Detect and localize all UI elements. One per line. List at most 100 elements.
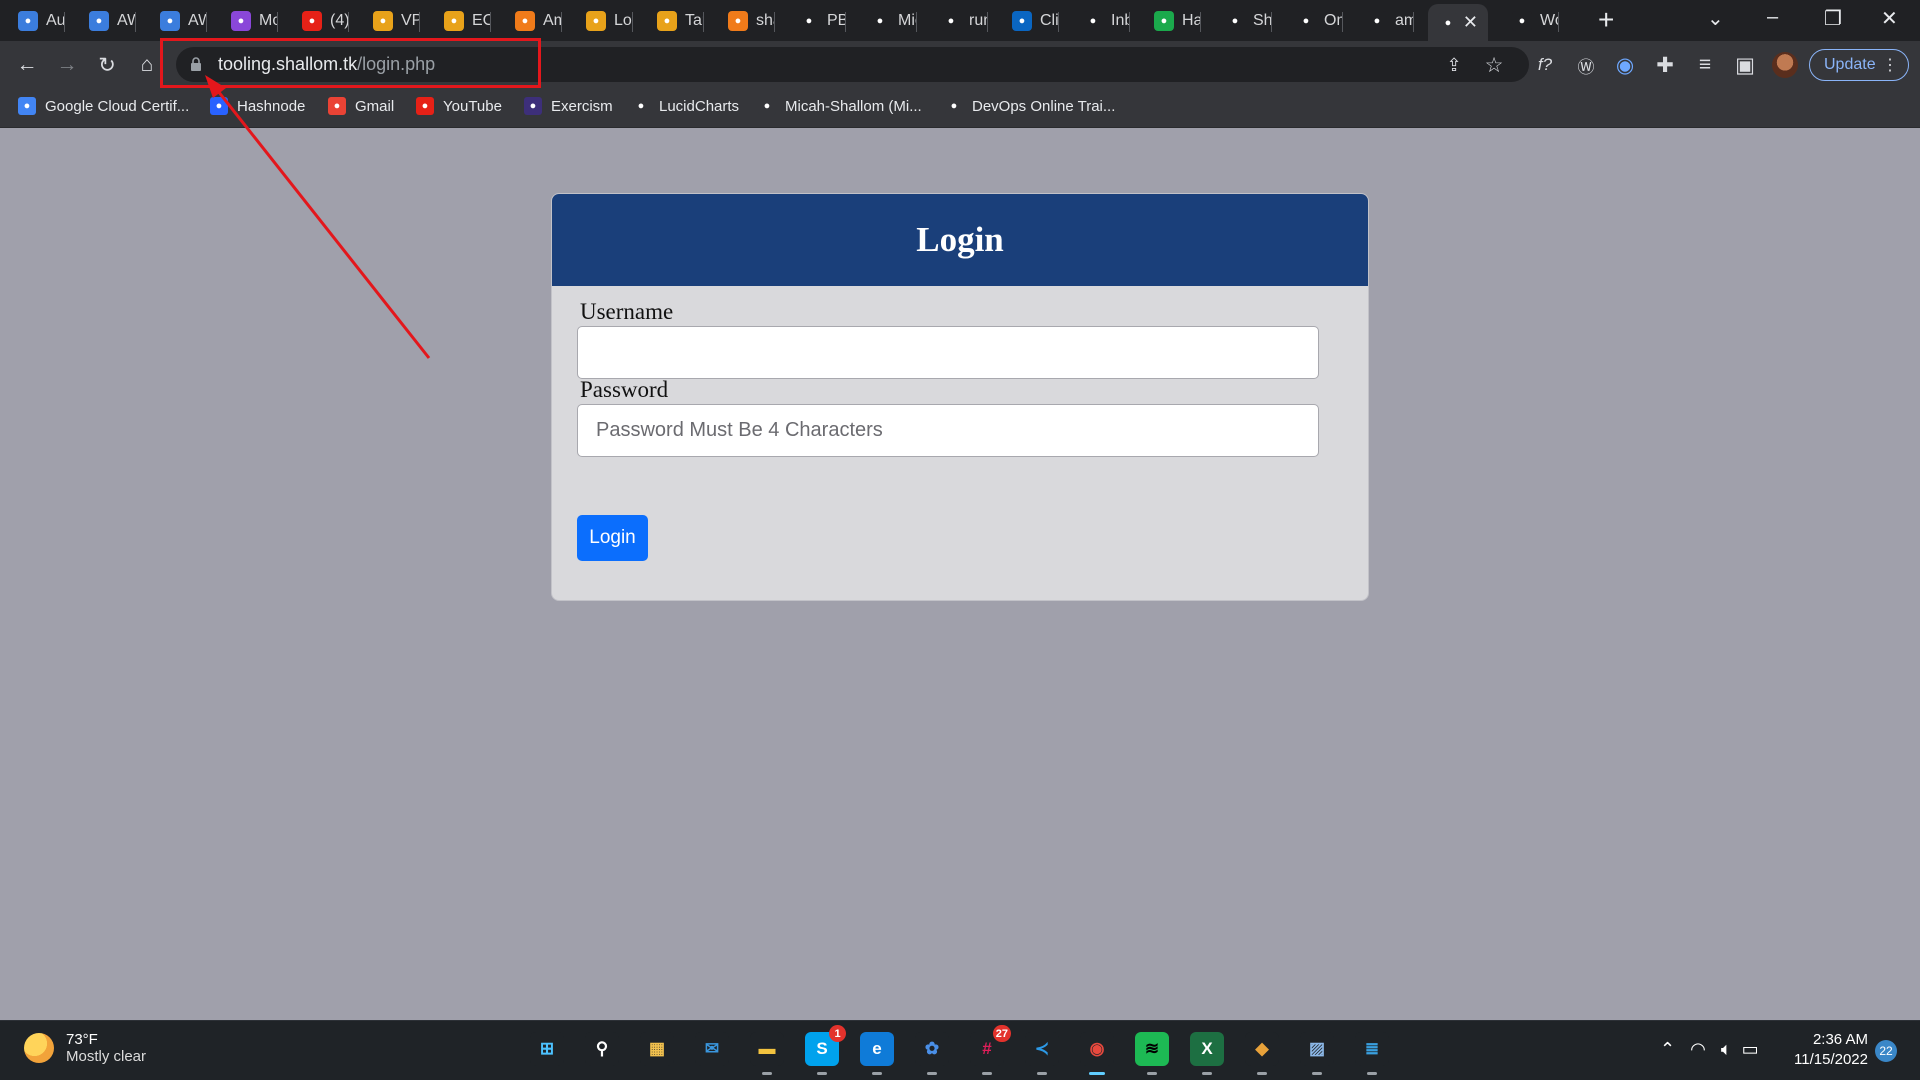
restore-button[interactable]: ❐ (1824, 6, 1842, 31)
browser-tab[interactable]: ● PBL (789, 4, 846, 38)
browser-tab[interactable]: ● Tar (647, 4, 704, 38)
tab-title: PBL (827, 12, 846, 29)
tab-separator (490, 12, 491, 32)
browser-tab[interactable]: ● Clie (1002, 4, 1059, 38)
home-icon[interactable]: ⌂ (133, 51, 161, 79)
bookmark-item[interactable]: ● DevOps Online Trai... (945, 97, 1115, 115)
browser-tab[interactable]: ● Mic (860, 4, 917, 38)
browser-tab[interactable]: ● Aut (8, 4, 65, 38)
gmail-icon: ● (328, 97, 346, 115)
browser-tab[interactable]: ● Om (1286, 4, 1343, 38)
moon-weather-icon (24, 1033, 54, 1063)
browser-tab[interactable]: ● Mo (221, 4, 278, 38)
profile-avatar[interactable] (1772, 52, 1798, 78)
skype-app[interactable]: S1 (805, 1025, 846, 1075)
side-panel-icon[interactable]: ▣ (1731, 51, 1759, 79)
excel-app[interactable]: X (1190, 1032, 1224, 1075)
minimize-button[interactable]: – (1767, 6, 1778, 29)
system-clock[interactable]: 2:36 AM 11/15/2022 (1790, 1030, 1868, 1070)
weather-widget[interactable]: 73°F Mostly clear (24, 1031, 146, 1065)
browser-tab[interactable]: ● Am (505, 4, 562, 38)
forward-arrow-icon[interactable]: → (53, 51, 81, 79)
browser-tab[interactable]: ● Sho (1215, 4, 1272, 38)
store-app[interactable]: ▦ (640, 1032, 674, 1066)
chrome-app[interactable]: ◉ (1080, 1032, 1114, 1075)
aws-orange-icon: ● (728, 11, 748, 31)
browser-tab[interactable]: ● VP( (363, 4, 420, 38)
browser-tab[interactable]: ● Wo (1502, 4, 1559, 38)
tab-title: Mo (259, 12, 278, 29)
battery-icon[interactable]: ▭ (1742, 1039, 1759, 1059)
notepad-app[interactable]: ≣ (1355, 1032, 1389, 1075)
vscode-app[interactable]: ≺ (1025, 1032, 1059, 1075)
browser-tab[interactable]: ● Loa (576, 4, 633, 38)
skype-app-icon: S (816, 1039, 828, 1058)
edge-app[interactable]: e (860, 1032, 894, 1075)
photos-app[interactable]: ▨ (1300, 1032, 1334, 1075)
shopify-icon: ● (1225, 11, 1245, 31)
bookmark-item[interactable]: ● Exercism (524, 97, 613, 115)
chevron-up-icon[interactable]: ⌃ (1660, 1039, 1675, 1059)
search-button[interactable]: ⚲ (585, 1032, 619, 1066)
running-indicator (762, 1072, 772, 1075)
close-tab-icon[interactable]: ✕ (1463, 12, 1478, 33)
bookmark-item[interactable]: ● LucidCharts (632, 97, 739, 115)
extensions-puzzle-icon[interactable]: ✚ (1651, 51, 1679, 79)
tab-separator (1058, 12, 1059, 32)
system-tray[interactable]: ⌃ ◠ 🔈︎ ▭ (1660, 1039, 1759, 1060)
udemy-icon: ● (231, 11, 251, 31)
mail-app[interactable]: ✉ (695, 1032, 729, 1066)
bookmark-item[interactable]: ● Gmail (328, 97, 394, 115)
browser-tab[interactable]: ● ✕ (1428, 4, 1488, 41)
share-icon[interactable]: ⇪ (1440, 51, 1468, 79)
globe-icon: ● (1512, 11, 1532, 31)
password-input[interactable] (577, 404, 1319, 457)
browser-tab[interactable]: ● AW (79, 4, 136, 38)
slack-app[interactable]: #27 (970, 1025, 1011, 1075)
browser-tab[interactable]: ● sha (718, 4, 775, 38)
speaker-icon[interactable]: 🔈︎ (1721, 1039, 1732, 1059)
tab-separator (1271, 12, 1272, 32)
tab-separator (64, 12, 65, 32)
close-window-button[interactable]: ✕ (1881, 6, 1898, 31)
file-explorer-app[interactable]: ▬ (750, 1032, 784, 1075)
kebab-menu-icon[interactable]: ⋮ (1882, 55, 1898, 75)
bookmark-item[interactable]: ● Micah-Shallom (Mi... (758, 97, 922, 115)
github-icon: ● (870, 11, 890, 31)
browser-tab[interactable]: ● am (1357, 4, 1414, 38)
wifi-icon[interactable]: ◠ (1690, 1039, 1706, 1059)
tab-title: Aut (46, 12, 65, 29)
formula-extension-icon[interactable]: f? (1531, 51, 1559, 79)
bookmark-item[interactable]: ● Google Cloud Certif... (18, 97, 189, 115)
browser-tab[interactable]: ● Ha (1144, 4, 1201, 38)
start-button[interactable]: ⊞ (530, 1032, 564, 1066)
spotify-app[interactable]: ≋ (1135, 1032, 1169, 1075)
new-tab-button[interactable]: + (1598, 6, 1614, 34)
copilot-app[interactable]: ✿ (915, 1032, 949, 1075)
browser-tab[interactable]: ● (4) (292, 4, 349, 38)
photos-app-icon: ▨ (1308, 1039, 1326, 1058)
username-input[interactable] (577, 326, 1319, 379)
media-queue-icon[interactable]: ≡ (1691, 51, 1719, 79)
spotify-app-icon: ≋ (1144, 1039, 1160, 1058)
bookmark-star-icon[interactable]: ☆ (1480, 51, 1508, 79)
tab-separator (1129, 12, 1130, 32)
eye-icon: ● (945, 97, 963, 115)
browser-tab[interactable]: ● AW (150, 4, 207, 38)
tab-separator (206, 12, 207, 32)
w-extension-icon[interactable]: Ⓦ (1572, 51, 1600, 79)
shield-extension-icon[interactable]: ◉ (1611, 51, 1639, 79)
browser-tab[interactable]: ● Inb (1073, 4, 1130, 38)
login-button[interactable]: Login (577, 515, 648, 561)
git-app[interactable]: ◆ (1245, 1032, 1279, 1075)
reload-icon[interactable]: ↻ (93, 51, 121, 79)
update-button[interactable]: Update ⋮ (1809, 49, 1909, 81)
browser-tab[interactable]: ● EC2 (434, 4, 491, 38)
weather-description: Mostly clear (66, 1048, 147, 1065)
bookmark-item[interactable]: ● YouTube (416, 97, 502, 115)
browser-tab[interactable]: ● run (931, 4, 988, 38)
bookmark-item[interactable]: ● Hashnode (210, 97, 305, 115)
tab-search-chevron-icon[interactable]: ⌄ (1707, 6, 1724, 31)
back-arrow-icon[interactable]: ← (13, 51, 41, 79)
notification-count-badge[interactable]: 22 (1875, 1040, 1897, 1062)
